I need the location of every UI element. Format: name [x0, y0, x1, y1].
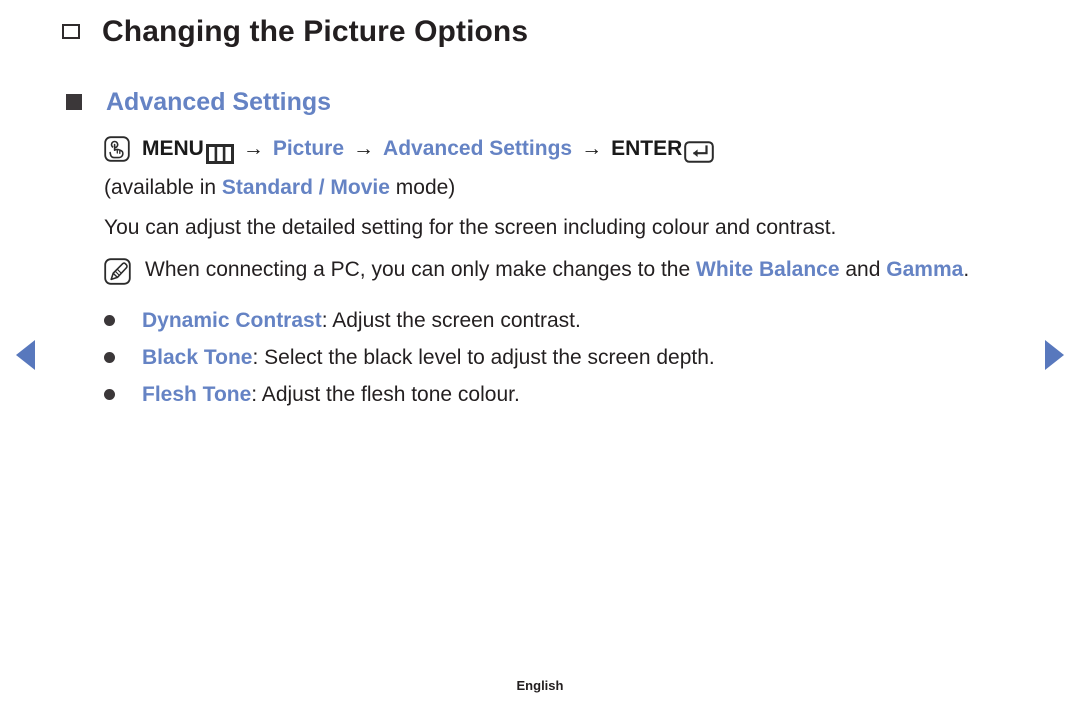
option-description: : Adjust the flesh tone colour.	[251, 383, 520, 406]
path-arrow-2: →	[353, 137, 375, 160]
note-text-after: .	[963, 258, 970, 281]
option-description: : Adjust the screen contrast.	[321, 309, 581, 332]
section-heading: Advanced Settings	[106, 88, 332, 116]
section-square-bullet-icon	[66, 94, 82, 110]
option-text: Flesh Tone: Adjust the flesh tone colour…	[142, 376, 520, 413]
menu-item-advanced-settings[interactable]: Advanced Settings	[383, 130, 572, 168]
manual-page: Changing the Picture Options Advanced Se…	[0, 0, 1080, 705]
menu-label: MENU	[142, 137, 204, 160]
body-content: MENU → Picture → Advanced Settings → ENT…	[104, 130, 1044, 413]
option-name: Flesh Tone	[142, 383, 252, 406]
bullet-dot-icon	[104, 315, 115, 326]
note-row: When connecting a PC, you can only make …	[104, 250, 1044, 290]
footer-language: English	[516, 678, 564, 693]
option-description: : Select the black level to adjust the s…	[252, 346, 715, 369]
note-text-middle: and	[839, 258, 887, 281]
option-text: Dynamic Contrast: Adjust the screen cont…	[142, 302, 581, 339]
menu-item-picture[interactable]: Picture	[273, 130, 344, 168]
path-arrow-3: →	[581, 137, 603, 160]
option-name: Black Tone	[142, 346, 253, 369]
note-text-before: When connecting a PC, you can only make …	[145, 258, 696, 281]
option-text: Black Tone: Select the black level to ad…	[142, 339, 715, 376]
option-name: Dynamic Contrast	[142, 309, 322, 332]
page-title-row: Changing the Picture Options	[62, 8, 528, 56]
availability-prefix: (available in	[104, 176, 222, 199]
availability-modes: Standard / Movie	[221, 176, 390, 199]
availability-line: (available in Standard / Movie mode)	[104, 168, 1044, 208]
bullet-dot-icon	[104, 389, 115, 400]
next-page-arrow[interactable]	[1045, 340, 1064, 370]
title-square-bullet-icon	[62, 24, 80, 39]
list-item: Black Tone: Select the black level to ad…	[104, 339, 1044, 376]
section-heading-row: Advanced Settings	[66, 82, 331, 122]
enter-label: ENTER	[611, 137, 683, 160]
menu-path: MENU → Picture → Advanced Settings → ENT…	[104, 130, 1044, 168]
previous-page-arrow[interactable]	[16, 340, 35, 370]
path-arrow-1: →	[242, 137, 264, 160]
note-highlight-white-balance: White Balance	[696, 258, 840, 281]
option-list: Dynamic Contrast: Adjust the screen cont…	[104, 302, 1044, 413]
description-paragraph: You can adjust the detailed setting for …	[104, 216, 837, 239]
note-text: When connecting a PC, you can only make …	[145, 250, 1044, 290]
menu-grid-icon	[205, 139, 234, 164]
note-pencil-icon	[104, 258, 131, 285]
press-button-icon	[104, 136, 130, 162]
availability-suffix: mode)	[389, 176, 456, 199]
list-item: Dynamic Contrast: Adjust the screen cont…	[104, 302, 1044, 339]
enter-return-icon	[684, 138, 715, 163]
note-highlight-gamma: Gamma	[886, 258, 964, 281]
page-title: Changing the Picture Options	[102, 15, 529, 48]
bullet-dot-icon	[104, 352, 115, 363]
list-item: Flesh Tone: Adjust the flesh tone colour…	[104, 376, 1044, 413]
